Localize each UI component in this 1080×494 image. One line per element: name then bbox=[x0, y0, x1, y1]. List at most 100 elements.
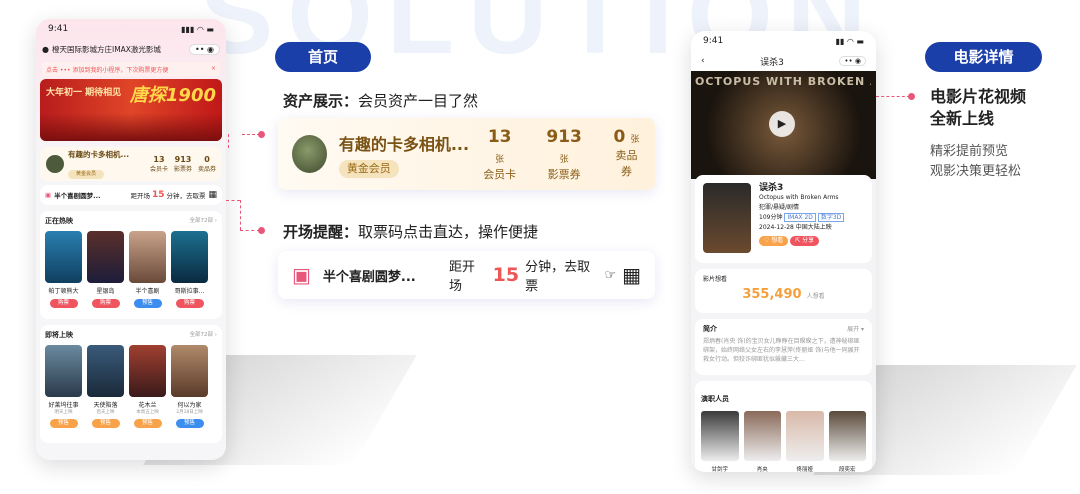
capsule-menu[interactable]: •• ◉ bbox=[189, 43, 220, 55]
asset-heading: 资产展示：会员资产一目了然 bbox=[283, 92, 479, 110]
cast-card: 演职人员 甘剑宇导演肖央饰 郑炳春佟丽娅饰 李慧萍段奕宏饰 张素贤 bbox=[695, 381, 872, 472]
movie-name: 何以为家 bbox=[177, 402, 202, 409]
movie-info-card: 误杀3 Octopus with Broken Arms 犯罪/悬疑/剧情 10… bbox=[695, 175, 872, 263]
cast-item[interactable]: 段奕宏饰 张素贤 bbox=[828, 411, 866, 472]
member-name: 有趣的卡多相机... bbox=[68, 150, 130, 159]
movie-poster[interactable] bbox=[171, 345, 208, 397]
connector-reminder bbox=[226, 200, 240, 201]
movie-item[interactable]: 好莱坞往事 明天上映预售 bbox=[45, 345, 82, 428]
coming-soon-all-link[interactable]: 全部72部 › bbox=[190, 330, 217, 340]
movie-item[interactable]: 半个喜剧 预售 bbox=[129, 231, 166, 308]
now-showing-all-link[interactable]: 全部72部 › bbox=[190, 216, 217, 226]
cast-item[interactable]: 肖央饰 郑炳春 bbox=[743, 411, 781, 472]
cast-name: 肖央 bbox=[756, 467, 768, 472]
connector-asset bbox=[228, 134, 242, 148]
movie-name: 天使陷落 bbox=[93, 402, 118, 409]
reminder-heading: 开场提醒：取票码点击直达，操作便捷 bbox=[283, 223, 539, 241]
movie-item[interactable]: 帕丁顿熊大 购票 bbox=[45, 231, 82, 308]
buy-button[interactable]: 预售 bbox=[175, 419, 204, 428]
movie-poster[interactable] bbox=[129, 345, 166, 397]
intro-card: 简介 展开 ▾ 郑炳春(肖央 饰)的宝贝女儿睁睁在目睽睽之下，遭神秘绑匪绑架，始终… bbox=[695, 319, 872, 375]
movie-item[interactable]: 哥斯拉事... 购票 bbox=[171, 231, 208, 308]
banner[interactable]: 大年初一 期待相见 唐探1900 bbox=[40, 79, 222, 141]
box-office-card: 影片想看 355,490 人想看 bbox=[695, 269, 872, 313]
page-title: 误杀3 bbox=[760, 57, 784, 68]
cast-name: 甘剑宇 bbox=[711, 467, 728, 472]
movie-poster[interactable] bbox=[129, 231, 166, 283]
close-icon[interactable]: × bbox=[211, 65, 216, 73]
movie-name: 花木兰 bbox=[138, 402, 157, 409]
member-name: 有趣的卡多相机... bbox=[338, 134, 470, 154]
banner-title: 唐探1900 bbox=[129, 85, 216, 106]
movie-item[interactable]: 天使陷落 后天上映预售 bbox=[87, 345, 124, 428]
movie-poster[interactable] bbox=[87, 345, 124, 397]
movie-poster[interactable] bbox=[45, 345, 82, 397]
cast-photo bbox=[701, 411, 739, 461]
movie-poster[interactable] bbox=[171, 231, 208, 283]
cinema-name[interactable]: 橙天国际影城方庄IMAX激光影城 bbox=[52, 44, 189, 55]
hand-icon: ☞ bbox=[604, 267, 617, 283]
buy-button[interactable]: 购票 bbox=[49, 299, 78, 308]
cast-photo bbox=[828, 411, 866, 461]
back-icon[interactable]: ‹ bbox=[701, 56, 705, 66]
home-pill: 首页 bbox=[275, 42, 371, 72]
share-button[interactable]: ⇱ 分享 bbox=[790, 236, 820, 246]
trailer-desc: 精彩提前预览 观影决策更轻松 bbox=[930, 144, 1022, 179]
cast-photo bbox=[786, 411, 824, 461]
ticket-count[interactable]: 913 张影票券 bbox=[542, 127, 586, 182]
avatar bbox=[292, 135, 327, 173]
movie-item[interactable]: 星银岛 购票 bbox=[87, 231, 124, 308]
banner-slogan: 大年初一 期待相见 bbox=[46, 88, 122, 98]
cast-item[interactable]: 甘剑宇导演 bbox=[701, 411, 739, 472]
buy-button[interactable]: 预售 bbox=[49, 419, 78, 428]
release-date: 后天上映 bbox=[96, 410, 115, 415]
trailer-video[interactable]: OCTOPUS WITH BROKEN ARMS ▶ bbox=[691, 71, 876, 179]
movie-poster[interactable] bbox=[45, 231, 82, 283]
movie-name: 半个喜剧 bbox=[135, 288, 160, 295]
avatar bbox=[46, 155, 64, 173]
play-icon[interactable]: ▶ bbox=[769, 111, 795, 137]
member-level: 黄金会员 bbox=[68, 170, 105, 179]
movie-item[interactable]: 何以为家 2月18日上映预售 bbox=[171, 345, 208, 428]
trailer-heading: 电影片花视频 全新上线 bbox=[930, 87, 1027, 128]
movie-name: 星银岛 bbox=[96, 288, 115, 295]
detail-phone: 9:41 ▮▮ ◠ ▬ ‹ 误杀3 •• ◉ OCTOPUS WITH BROKE… bbox=[691, 31, 876, 472]
detail-pill: 电影详情 bbox=[925, 42, 1042, 72]
movie-poster[interactable] bbox=[703, 183, 751, 253]
qrcode-icon[interactable]: ▦ bbox=[622, 263, 641, 287]
showtime-reminder-card[interactable]: ▣ 半个喜剧圆梦... 距开场 15 分钟，去取票 ☞ ▦ bbox=[278, 251, 655, 299]
buy-button[interactable]: 预售 bbox=[133, 419, 162, 428]
movie-name: 好莱坞往事 bbox=[48, 402, 79, 409]
expand-link[interactable]: 展开 ▾ bbox=[847, 324, 864, 334]
now-showing-section: 正在热映 全部72部 › 帕丁顿熊大 购票 星银岛 购票 半个喜剧 预售 哥斯拉事... 购票 bbox=[40, 211, 222, 319]
cast-item[interactable]: 佟丽娅饰 李慧萍 bbox=[786, 411, 824, 472]
cast-name: 段奕宏 bbox=[838, 467, 856, 472]
home-phone: 9:41 ▮▮▮ ◠ ▬ ● 橙天国际影城方庄IMAX激光影城 •• ◉ 点击 •… bbox=[36, 19, 226, 460]
release-date: 明天上映 bbox=[54, 410, 73, 415]
add-miniapp-tip[interactable]: 点击 ••• 添加到我的小程序，下次购票更方便 × bbox=[42, 62, 220, 76]
member-asset-card[interactable]: 有趣的卡多相机... 黄金会员 13 张会员卡 913 张影票券 0 张卖品券 bbox=[278, 118, 655, 190]
location-icon: ● bbox=[42, 44, 49, 54]
capsule-menu[interactable]: •• ◉ bbox=[839, 56, 866, 66]
connector-detail bbox=[876, 96, 910, 97]
movie-poster[interactable] bbox=[87, 231, 124, 283]
cast-name: 佟丽娅 bbox=[796, 467, 813, 472]
want-button[interactable]: ♡ 想看 bbox=[759, 236, 789, 246]
qrcode-icon[interactable]: ▦ bbox=[208, 190, 217, 200]
movie-name: 帕丁顿熊大 bbox=[48, 288, 79, 295]
coming-soon-section: 即将上映 全部72部 › 好莱坞往事 明天上映 预售 天使陷落 后天上映 预售 花木兰 本周五上… bbox=[40, 325, 222, 443]
member-card-count[interactable]: 13 张会员卡 bbox=[483, 127, 516, 182]
connector-dot bbox=[258, 227, 265, 234]
cast-photo bbox=[743, 411, 781, 461]
buy-button[interactable]: 预售 bbox=[91, 419, 120, 428]
buy-button[interactable]: 购票 bbox=[175, 299, 204, 308]
connector-reminder-h bbox=[240, 230, 260, 231]
release-date: 2月18日上映 bbox=[176, 410, 203, 415]
movie-item[interactable]: 花木兰 本周五上映 预售 bbox=[129, 345, 166, 428]
goods-count[interactable]: 0 张卖品券 bbox=[612, 127, 641, 182]
buy-button[interactable]: 预售 bbox=[133, 299, 162, 308]
buy-button[interactable]: 购票 bbox=[91, 299, 120, 308]
member-card-small[interactable]: 有趣的卡多相机... 黄金会员 13 会员卡 913 影票券 0 卖品券 bbox=[40, 147, 222, 181]
connector-dot bbox=[258, 131, 265, 138]
showtime-reminder-small[interactable]: ▣ 半个喜剧圆梦... 距开场 15 分钟，去取票 ▦ bbox=[40, 185, 222, 205]
